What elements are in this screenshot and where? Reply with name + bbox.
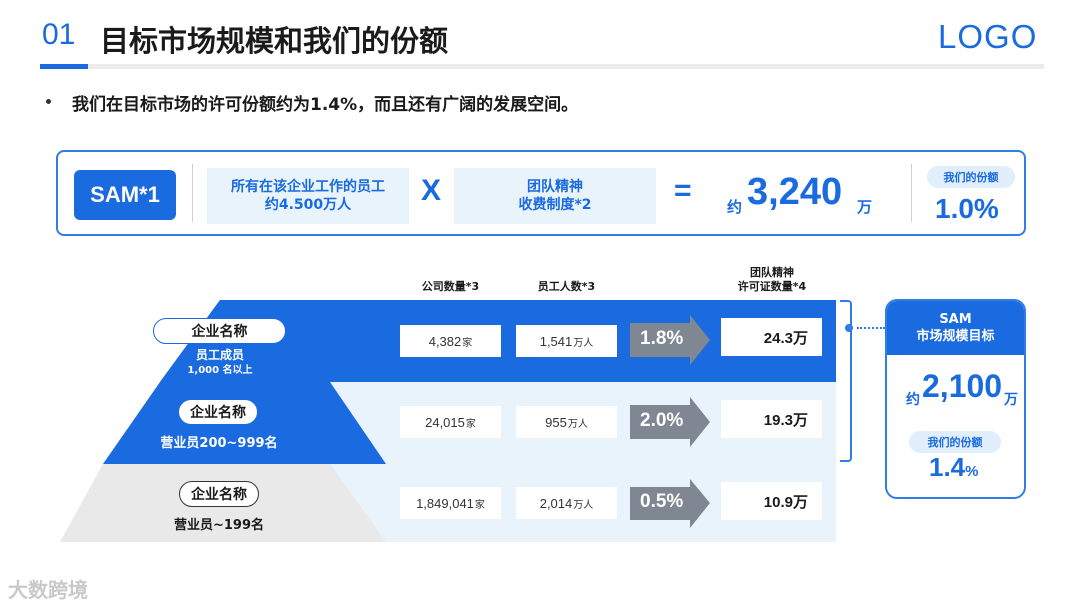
licenses-cell: 19.3万 xyxy=(721,400,822,438)
segment-subtitle: 营业员200~999名 xyxy=(160,436,278,451)
target-unit: 万 xyxy=(1004,392,1018,408)
cell-unit: 家 xyxy=(462,337,473,349)
rate-label: 2.0% xyxy=(640,410,684,431)
watermark: 大数跨境 xyxy=(8,578,88,602)
segment-name-pill: 企业名称 xyxy=(179,481,259,507)
licenses-cell: 24.3万 xyxy=(721,318,822,356)
segment-name-pill: 企业名称 xyxy=(153,318,286,344)
licenses-cell: 10.9万 xyxy=(721,482,822,520)
rate-label: 1.8% xyxy=(640,328,684,349)
connector-dotted-line xyxy=(857,327,885,329)
target-prefix: 约 xyxy=(906,392,920,408)
cell-value: 1,849,041 xyxy=(416,495,474,511)
segment-subtitle-line: 员工成员 xyxy=(195,348,244,362)
segment-subtitle: 营业员~199名 xyxy=(173,518,265,533)
cell-unit: 万人 xyxy=(573,337,594,349)
employees-cell: 2,014 万人 xyxy=(516,487,617,519)
cell-value: 1,541 xyxy=(539,333,573,349)
companies-cell: 4,382 家 xyxy=(400,325,501,357)
companies-cell: 24,015 家 xyxy=(400,406,501,438)
segment-subtitle: 员工成员 1,000 名以上 xyxy=(175,347,265,379)
companies-cell: 1,849,041 家 xyxy=(400,487,501,519)
connector-dot-icon xyxy=(845,324,853,332)
segment-name-pill: 企业名称 xyxy=(178,399,258,425)
cell-value: 2,014 xyxy=(539,495,573,511)
segment-subtitle-line: 1,000 名以上 xyxy=(187,365,253,376)
share-number: 1.4 xyxy=(929,452,966,482)
cell-value: 4,382 xyxy=(428,333,462,349)
sam-target-header: SAM 市场规模目标 xyxy=(887,301,1024,355)
sam-target-header-line: 市场规模目标 xyxy=(916,329,995,344)
cell-unit: 家 xyxy=(474,499,485,511)
rate-label: 0.5% xyxy=(640,491,684,512)
share-unit: % xyxy=(965,463,979,480)
employees-cell: 955 万人 xyxy=(516,406,617,438)
our-share-label: 我们的份额 xyxy=(909,431,1001,453)
cell-unit: 家 xyxy=(465,418,476,430)
cell-value: 24,015 xyxy=(425,414,465,430)
cell-unit: 万人 xyxy=(573,499,594,511)
employees-cell: 1,541 万人 xyxy=(516,325,617,357)
cell-value: 955 xyxy=(545,414,567,430)
sam-target-value: 2,100 xyxy=(922,368,1003,404)
sam-target-header-line: SAM xyxy=(939,312,972,327)
cell-unit: 万人 xyxy=(567,418,588,430)
our-share-target-value: 1.4% xyxy=(929,452,979,483)
